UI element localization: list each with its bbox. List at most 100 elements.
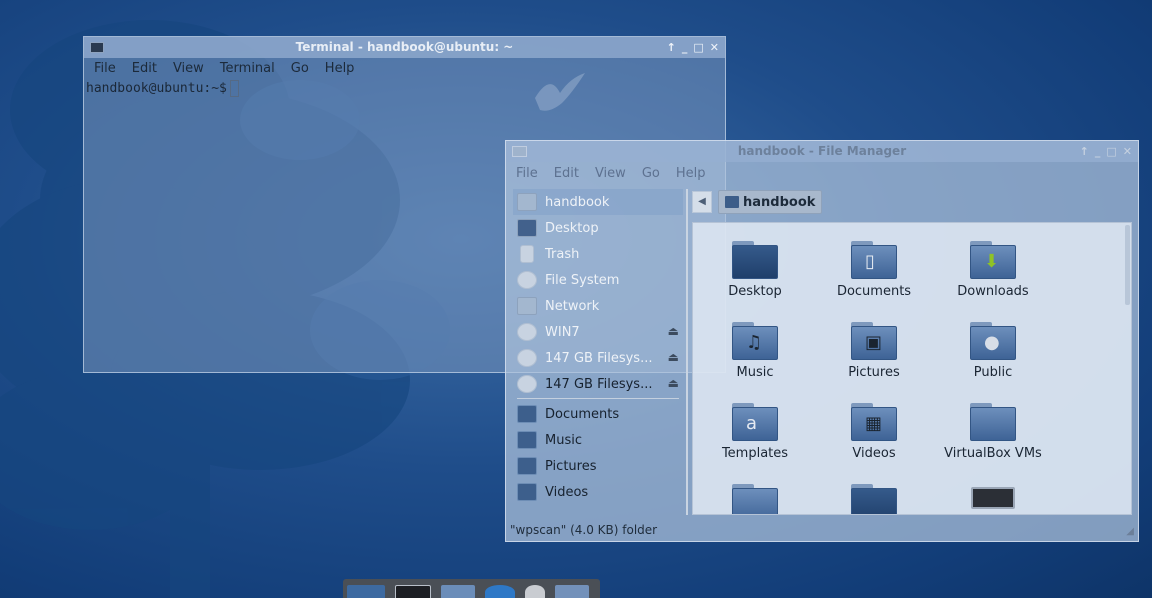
shade-icon[interactable]: ↑ [667, 37, 676, 58]
menu-view[interactable]: View [165, 61, 212, 76]
terminal-prompt: handbook@ubuntu:~$ [86, 81, 227, 96]
dock-terminal-icon[interactable] [395, 585, 431, 598]
close-icon[interactable]: ✕ [1123, 141, 1132, 162]
close-icon[interactable]: ✕ [710, 37, 719, 58]
desktop-folder-icon [732, 241, 778, 279]
pictures-folder-icon: ▣ [851, 322, 897, 360]
window-controls: ↑ _ □ ✕ [667, 37, 719, 58]
fm-title: handbook - File Manager [737, 144, 907, 158]
scrollbar[interactable] [1125, 225, 1130, 305]
fm-titlebar[interactable]: handbook - File Manager ↑ _ □ ✕ [506, 141, 1138, 162]
sidebar-item-desktop[interactable]: Desktop [513, 215, 683, 241]
disk-icon [517, 375, 537, 393]
sidebar-item-win7[interactable]: WIN7 ⏏ [513, 319, 683, 345]
file-manager-window[interactable]: handbook - File Manager ↑ _ □ ✕ File Edi… [505, 140, 1139, 542]
menu-terminal[interactable]: Terminal [212, 61, 283, 76]
status-bar: "wpscan" (4.0 KB) folder [510, 523, 658, 537]
terminal-title: Terminal - handbook@ubuntu: ~ [295, 40, 514, 54]
sidebar-item-trash[interactable]: Trash [513, 241, 683, 267]
sidebar-item-music[interactable]: Music [513, 427, 683, 453]
menu-edit[interactable]: Edit [124, 61, 165, 76]
eject-icon[interactable]: ⏏ [668, 376, 679, 390]
sidebar-item-filesystem[interactable]: File System [513, 267, 683, 293]
resize-grip-icon[interactable]: ◢ [1126, 526, 1134, 537]
sidebar-item-documents[interactable]: Documents [513, 401, 683, 427]
sidebar-item-handbook[interactable]: handbook [513, 189, 683, 215]
virtualbox-folder-icon [970, 403, 1016, 441]
network-icon [517, 297, 537, 315]
terminal-titlebar[interactable]: Terminal - handbook@ubuntu: ~ ↑ _ □ ✕ [84, 37, 725, 58]
home-folder-icon [512, 146, 527, 157]
trash-icon [520, 245, 534, 263]
sidebar: handbook Desktop Trash File System Netwo… [513, 189, 683, 515]
home-icon [517, 193, 537, 211]
eject-icon[interactable]: ⏏ [668, 324, 679, 338]
menu-go[interactable]: Go [283, 61, 317, 76]
disk-icon [517, 323, 537, 341]
folder-icon [851, 484, 897, 514]
file-item-partial-3[interactable] [933, 487, 1053, 509]
shade-icon[interactable]: ↑ [1080, 141, 1089, 162]
menu-file[interactable]: File [508, 166, 546, 181]
breadcrumb-handbook[interactable]: handbook [718, 190, 823, 214]
dock-search-icon[interactable] [525, 585, 545, 598]
folder-videos-icon [517, 483, 537, 501]
dock-folder-icon[interactable] [555, 585, 589, 598]
sidebar-separator [517, 398, 679, 400]
minimize-icon[interactable]: _ [1095, 141, 1101, 162]
file-item-documents[interactable]: ▯ Documents [814, 241, 934, 299]
disk-icon [517, 349, 537, 367]
path-bar: ◀ handbook [692, 190, 823, 214]
sidebar-item-network[interactable]: Network [513, 293, 683, 319]
file-item-templates[interactable]: a Templates [695, 403, 815, 461]
menu-go[interactable]: Go [634, 166, 668, 181]
file-item-partial-2[interactable] [814, 484, 934, 514]
file-item-virtualbox-vms[interactable]: VirtualBox VMs [933, 403, 1053, 461]
sidebar-item-filesystem-147gb-1[interactable]: 147 GB Filesys... ⏏ [513, 345, 683, 371]
window-controls: ↑ _ □ ✕ [1080, 141, 1132, 162]
dock-files-icon[interactable] [441, 585, 475, 598]
templates-folder-icon: a [732, 403, 778, 441]
drive-icon [517, 271, 537, 289]
folder-documents-icon [517, 405, 537, 423]
public-folder-icon: ● [970, 322, 1016, 360]
fm-menubar: File Edit View Go Help [506, 162, 1138, 184]
maximize-icon[interactable]: □ [693, 37, 703, 58]
menu-file[interactable]: File [86, 61, 124, 76]
terminal-output[interactable]: handbook@ubuntu:~$ [84, 78, 725, 99]
documents-folder-icon: ▯ [851, 241, 897, 279]
icon-view[interactable]: Desktop ▯ Documents ⬇ Downloads ♫ Music … [692, 222, 1132, 515]
desktop-icon [517, 219, 537, 237]
menu-edit[interactable]: Edit [546, 166, 587, 181]
terminal-cursor [229, 80, 239, 97]
folder-music-icon [517, 431, 537, 449]
menu-help[interactable]: Help [317, 61, 363, 76]
sidebar-item-pictures[interactable]: Pictures [513, 453, 683, 479]
menu-view[interactable]: View [587, 166, 634, 181]
maximize-icon[interactable]: □ [1106, 141, 1116, 162]
dock-browser-icon[interactable] [485, 585, 515, 598]
minimize-icon[interactable]: _ [682, 37, 688, 58]
eject-icon[interactable]: ⏏ [668, 350, 679, 364]
window-thumbnail-icon [971, 487, 1015, 509]
back-arrow-icon[interactable]: ◀ [692, 191, 712, 213]
sidebar-item-videos[interactable]: Videos [513, 479, 683, 505]
file-item-pictures[interactable]: ▣ Pictures [814, 322, 934, 380]
file-item-public[interactable]: ● Public [933, 322, 1053, 380]
menu-help[interactable]: Help [668, 166, 714, 181]
file-item-partial-1[interactable] [695, 484, 815, 514]
file-item-downloads[interactable]: ⬇ Downloads [933, 241, 1053, 299]
music-folder-icon: ♫ [732, 322, 778, 360]
terminal-icon [90, 42, 104, 53]
pane-splitter[interactable] [686, 189, 688, 515]
file-item-music[interactable]: ♫ Music [695, 322, 815, 380]
sidebar-item-filesystem-147gb-2[interactable]: 147 GB Filesys... ⏏ [513, 371, 683, 397]
home-folder-icon [725, 196, 739, 208]
dock-desktop-icon[interactable] [347, 585, 385, 598]
dock [343, 579, 600, 598]
fm-body: handbook Desktop Trash File System Netwo… [512, 189, 1132, 515]
file-item-videos[interactable]: ▦ Videos [814, 403, 934, 461]
downloads-folder-icon: ⬇ [970, 241, 1016, 279]
folder-pictures-icon [517, 457, 537, 475]
file-item-desktop[interactable]: Desktop [695, 241, 815, 299]
